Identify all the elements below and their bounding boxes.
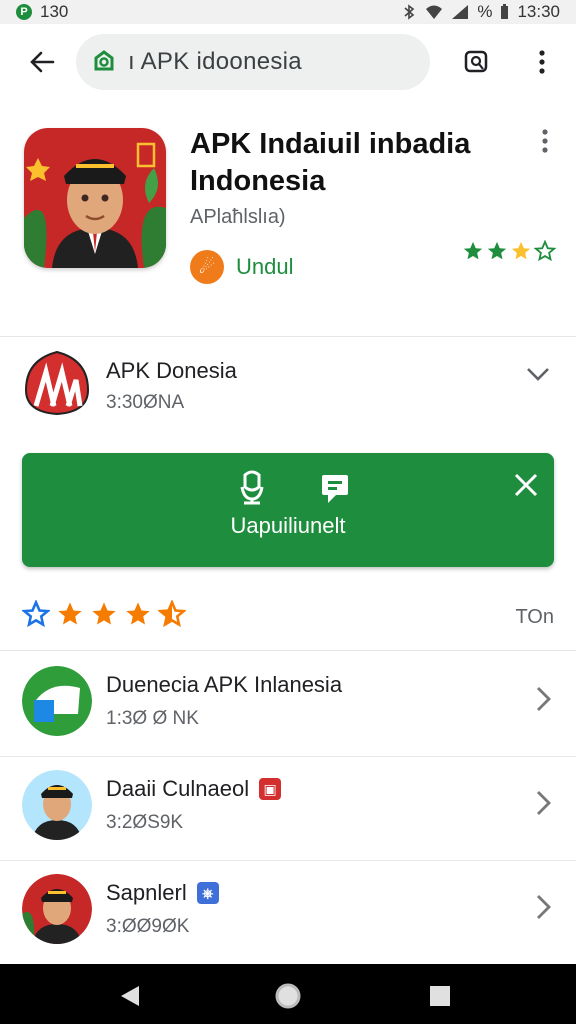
system-nav-bar xyxy=(0,964,576,1024)
overflow-menu-button[interactable] xyxy=(524,44,560,80)
list-item-size: 3:ØØ9ØK xyxy=(106,916,190,937)
install-chip[interactable]: ☄ Undul xyxy=(190,250,293,284)
install-chip-label: Undul xyxy=(236,254,294,279)
expand-button[interactable] xyxy=(524,360,552,388)
more-vert-icon xyxy=(539,50,545,74)
rating-stars[interactable] xyxy=(22,600,186,628)
app-hero-card: APK Indaiuil inbadia Indonesia APlaħlslı… xyxy=(0,100,576,337)
nav-home-button[interactable] xyxy=(274,982,302,1010)
primary-app-name: APK Donesia xyxy=(106,358,237,383)
list-item-title: Duenecia APK Inlanesia xyxy=(106,672,342,698)
nav-back-button[interactable] xyxy=(116,982,144,1010)
download-install-button[interactable]: Uapuiliunelt xyxy=(22,453,554,567)
app-rating-stars xyxy=(462,240,556,262)
search-box[interactable]: ı APK idoonesia xyxy=(76,34,430,90)
search-logo-icon xyxy=(90,48,118,76)
app-icon-large[interactable] xyxy=(24,128,166,268)
app-title: APK Indaiuil inbadia Indonesia xyxy=(190,128,471,197)
download-button-label: Uapuiliunelt xyxy=(230,513,346,538)
battery-icon xyxy=(501,4,509,19)
primary-app-row[interactable]: APK Donesia 3:30ØNA xyxy=(0,338,576,438)
search-query[interactable]: ı APK idoonesia xyxy=(128,48,302,76)
status-bar: P 130 % 13:30 xyxy=(0,0,576,24)
more-vert-icon xyxy=(542,129,548,153)
chevron-right-icon xyxy=(537,687,551,711)
back-arrow-icon xyxy=(30,51,55,73)
star-icon xyxy=(463,241,483,260)
app-avatar xyxy=(22,874,92,944)
status-time-left: 130 xyxy=(40,2,69,21)
app-badge-icon: ▣ xyxy=(259,778,282,800)
triangle-back-icon xyxy=(121,986,139,1006)
star-outline-icon[interactable] xyxy=(22,600,50,628)
top-app-bar: ı APK idoonesia xyxy=(0,24,576,100)
list-item[interactable]: Sapnlerl ⎈ 3:ØØ9ØK xyxy=(0,860,576,964)
microphone-icon xyxy=(240,470,264,505)
chevron-down-icon xyxy=(527,368,549,381)
app-avatar xyxy=(22,770,92,840)
list-item-title: Sapnlerl ⎈ xyxy=(106,880,219,906)
list-item-title-text: Duenecia APK Inlanesia xyxy=(106,672,343,697)
rating-row[interactable]: TOn xyxy=(0,590,576,651)
back-button[interactable] xyxy=(24,44,60,80)
list-item[interactable]: Daaii Culnaeol ▣ 3:2ØS9K xyxy=(0,756,576,861)
search-icon xyxy=(464,50,488,73)
app-more-button[interactable] xyxy=(530,128,560,158)
list-item-title: Daaii Culnaeol ▣ xyxy=(106,776,282,802)
chevron-right-icon xyxy=(537,895,551,919)
star-icon[interactable] xyxy=(90,600,118,628)
list-item-title-text: Sapnlerl xyxy=(106,880,187,905)
circle-home-icon xyxy=(275,983,301,1009)
rating-trailing-label: TOn xyxy=(515,606,554,628)
install-chip-icon: ☄ xyxy=(190,250,224,284)
list-item-size: 1:3Ø Ø NK xyxy=(106,708,199,729)
nav-recents-button[interactable] xyxy=(426,982,454,1010)
star-half-icon[interactable] xyxy=(158,600,186,628)
close-icon[interactable] xyxy=(512,471,540,499)
search-button[interactable] xyxy=(458,44,494,80)
star-icon[interactable] xyxy=(56,600,84,628)
star-icon xyxy=(487,241,507,260)
list-item-size: 3:2ØS9K xyxy=(106,812,184,833)
square-recents-icon xyxy=(430,986,450,1006)
app-notification-icon: P xyxy=(16,4,32,20)
star-icon[interactable] xyxy=(124,600,152,628)
star-icon xyxy=(511,241,531,260)
wifi-icon xyxy=(426,5,443,19)
app-badge-icon: ⎈ xyxy=(196,882,219,904)
list-item-title-text: Daaii Culnaeol xyxy=(106,776,250,801)
app-avatar xyxy=(22,666,92,736)
app-developer: APlaħlslıa) xyxy=(190,206,286,228)
battery-percent-icon: % xyxy=(477,2,493,21)
primary-app-size: 3:30ØNA xyxy=(106,392,185,413)
bluetooth-icon xyxy=(404,4,415,20)
list-item[interactable]: Duenecia APK Inlanesia 1:3Ø Ø NK xyxy=(0,652,576,757)
chevron-right-icon xyxy=(537,791,551,815)
apk-donesia-logo-icon xyxy=(24,350,90,416)
star-outline-icon xyxy=(534,240,556,262)
chat-icon xyxy=(322,475,348,503)
signal-icon xyxy=(452,5,469,19)
status-time-right: 13:30 xyxy=(517,2,560,21)
